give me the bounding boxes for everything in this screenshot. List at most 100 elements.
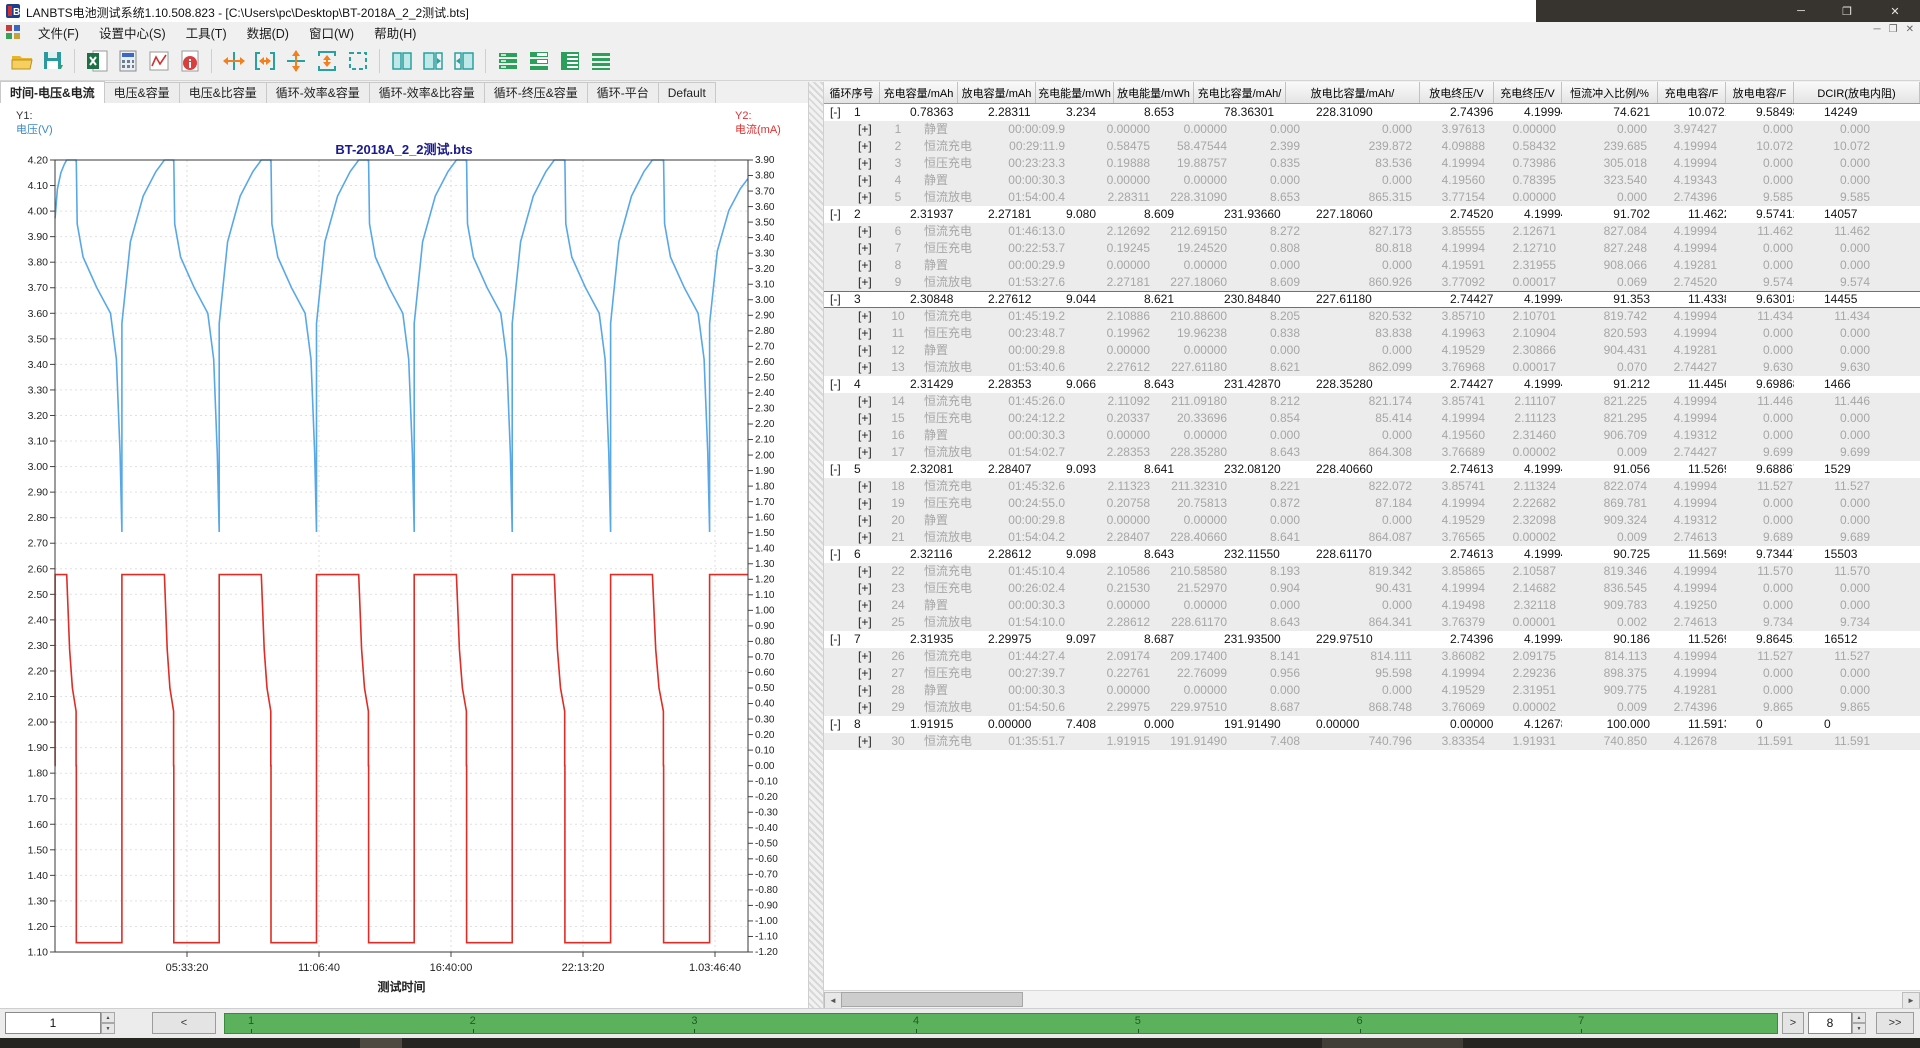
menu-item-2[interactable]: 设置中心(S) [89, 21, 176, 44]
step-row[interactable]: [+]6恒流充电01:46:13.02.12692212.691508.2728… [824, 223, 1920, 240]
step-row[interactable]: [+]21恒流放电01:54:04.22.28407228.406608.641… [824, 529, 1920, 546]
expand-toggle[interactable]: [+] [858, 597, 880, 614]
mdi-control-icon[interactable]: ❐ [1889, 24, 1898, 35]
expand-toggle[interactable]: [+] [858, 563, 880, 580]
step-row[interactable]: [+]14恒流充电01:45:26.02.11092211.091808.212… [824, 393, 1920, 410]
cycle-summary-row[interactable]: [-]32.308482.276129.0448.621230.84840227… [824, 291, 1920, 308]
open-file-icon[interactable] [8, 48, 35, 75]
expand-toggle[interactable]: [+] [858, 682, 880, 699]
expand-toggle[interactable]: [+] [858, 665, 880, 682]
expand-toggle[interactable]: [+] [858, 223, 880, 240]
expand-toggle[interactable]: [+] [858, 308, 880, 325]
expand-toggle[interactable]: [+] [858, 325, 880, 342]
close-button[interactable]: ✕ [1878, 0, 1912, 22]
data-grid-detail-icon[interactable] [556, 48, 583, 75]
tab-6[interactable]: 循环-终压&容量 [484, 82, 588, 103]
menu-item-1[interactable]: 文件(F) [28, 21, 89, 44]
expand-toggle[interactable]: [+] [858, 529, 880, 546]
column-header[interactable]: 放电终压/V [1420, 82, 1494, 103]
cycle-summary-row[interactable]: [-]42.314292.283539.0668.643231.42870228… [824, 376, 1920, 393]
expand-toggle[interactable]: [+] [858, 478, 880, 495]
collapse-toggle[interactable]: [-] [824, 206, 850, 223]
step-row[interactable]: [+]30恒流充电01:35:51.71.91915191.914907.408… [824, 733, 1920, 750]
step-row[interactable]: [+]4静置00:00:30.30.000000.000000.0000.000… [824, 172, 1920, 189]
tab-7[interactable]: 循环-平台 [587, 82, 659, 103]
column-header[interactable]: DCIR(放电内阻) [1794, 82, 1920, 103]
cycle-summary-row[interactable]: [-]10.783632.283113.2348.65378.36301228.… [824, 104, 1920, 121]
step-row[interactable]: [+]10恒流充电01:45:19.22.10886210.886008.205… [824, 308, 1920, 325]
step-row[interactable]: [+]26恒流充电01:44:27.42.09174209.174008.141… [824, 648, 1920, 665]
expand-toggle[interactable]: [+] [858, 648, 880, 665]
column-header[interactable]: 循环序号 [824, 82, 880, 103]
expand-toggle[interactable]: [+] [858, 172, 880, 189]
expand-toggle[interactable]: [+] [858, 274, 880, 291]
step-row[interactable]: [+]7恒压充电00:22:53.70.1924519.245200.80880… [824, 240, 1920, 257]
table-horizontal-scrollbar[interactable]: ◄ ► [824, 990, 1920, 1008]
next-page-button[interactable]: > [1782, 1012, 1804, 1034]
scroll-left-icon[interactable]: ◄ [824, 992, 842, 1009]
column-header[interactable]: 充电能量/mWh [1036, 82, 1114, 103]
calculator-icon[interactable] [114, 48, 141, 75]
step-row[interactable]: [+]13恒流放电01:53:40.62.27612227.611808.621… [824, 359, 1920, 376]
collapse-toggle[interactable]: [-] [824, 104, 850, 121]
step-row[interactable]: [+]3恒压充电00:23:23.30.1988819.887570.83583… [824, 155, 1920, 172]
mdi-control-icon[interactable]: ✕ [1906, 24, 1914, 35]
report-info-icon[interactable] [176, 48, 203, 75]
page-range-bar[interactable]: 1234567 [224, 1013, 1778, 1034]
column-header[interactable]: 充电电容/F [1658, 82, 1726, 103]
column-header[interactable]: 充电容量/mAh [880, 82, 958, 103]
minimize-button[interactable]: ─ [1784, 0, 1818, 22]
step-row[interactable]: [+]15恒压充电00:24:12.20.2033720.336960.8548… [824, 410, 1920, 427]
menu-item-5[interactable]: 窗口(W) [299, 21, 364, 44]
expand-toggle[interactable]: [+] [858, 495, 880, 512]
expand-toggle[interactable]: [+] [858, 733, 880, 750]
step-row[interactable]: [+]19恒压充电00:24:55.00.2075820.758130.8728… [824, 495, 1920, 512]
expand-toggle[interactable]: [+] [858, 427, 880, 444]
step-row[interactable]: [+]24静置00:00:30.30.000000.000000.0000.00… [824, 597, 1920, 614]
step-row[interactable]: [+]16静置00:00:30.30.000000.000000.0000.00… [824, 427, 1920, 444]
mdi-window-controls[interactable]: ─❐✕ [1874, 24, 1914, 35]
restore-button[interactable]: ❐ [1830, 0, 1864, 22]
expand-toggle[interactable]: [+] [858, 512, 880, 529]
panel-splitter[interactable] [808, 82, 824, 1012]
last-page-input[interactable]: 8 [1808, 1012, 1852, 1034]
tab-8[interactable]: Default [658, 82, 716, 103]
collapse-toggle[interactable]: [-] [824, 546, 850, 563]
cycle-summary-row[interactable]: [-]52.320812.284079.0938.641232.08120228… [824, 461, 1920, 478]
menu-item-4[interactable]: 数据(D) [237, 21, 299, 44]
scale-x-fit-icon[interactable] [251, 48, 278, 75]
current-page-input[interactable]: 1 [5, 1012, 101, 1034]
expand-toggle[interactable]: [+] [858, 257, 880, 274]
expand-toggle[interactable]: [+] [858, 155, 880, 172]
tab-4[interactable]: 循环-效率&容量 [266, 82, 370, 103]
column-header[interactable]: 放电比容量/mAh/ [1286, 82, 1420, 103]
cycle-summary-row[interactable]: [-]22.319372.271819.0808.609231.93660227… [824, 206, 1920, 223]
expand-toggle[interactable]: [+] [858, 393, 880, 410]
expand-toggle[interactable]: [+] [858, 240, 880, 257]
expand-toggle[interactable]: [+] [858, 342, 880, 359]
expand-toggle[interactable]: [+] [858, 121, 880, 138]
expand-toggle[interactable]: [+] [858, 580, 880, 597]
tab-3[interactable]: 电压&比容量 [179, 82, 267, 103]
collapse-toggle[interactable]: [-] [824, 461, 850, 478]
step-row[interactable]: [+]25恒流放电01:54:10.02.28612228.611708.643… [824, 614, 1920, 631]
step-row[interactable]: [+]5恒流放电01:54:00.42.28311228.310908.6538… [824, 189, 1920, 206]
prev-page-button[interactable]: < [152, 1012, 216, 1034]
step-row[interactable]: [+]27恒压充电00:27:39.70.2276122.760990.9569… [824, 665, 1920, 682]
export-excel-icon[interactable] [83, 48, 110, 75]
save-icon[interactable] [39, 48, 66, 75]
menu-item-3[interactable]: 工具(T) [176, 21, 237, 44]
column-header[interactable]: 放电能量/mWh [1114, 82, 1194, 103]
scale-x-icon[interactable] [220, 48, 247, 75]
step-row[interactable]: [+]1静置00:00:09.90.000000.000000.0000.000… [824, 121, 1920, 138]
scale-y-fit-icon[interactable] [313, 48, 340, 75]
layout-expand-left-icon[interactable] [419, 48, 446, 75]
expand-toggle[interactable]: [+] [858, 359, 880, 376]
step-row[interactable]: [+]22恒流充电01:45:10.42.10586210.585808.193… [824, 563, 1920, 580]
step-row[interactable]: [+]18恒流充电01:45:32.62.11323211.323108.221… [824, 478, 1920, 495]
expand-toggle[interactable]: [+] [858, 189, 880, 206]
step-row[interactable]: [+]8静置00:00:29.90.000000.000000.0000.000… [824, 257, 1920, 274]
scrollbar-thumb[interactable] [841, 992, 1023, 1007]
step-row[interactable]: [+]28静置00:00:30.30.000000.000000.0000.00… [824, 682, 1920, 699]
tab-1[interactable]: 时间-电压&电流 [0, 81, 105, 103]
